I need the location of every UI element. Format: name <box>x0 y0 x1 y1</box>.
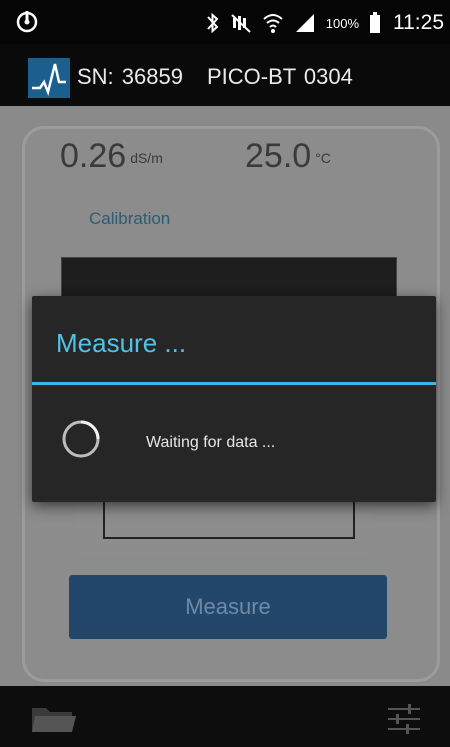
dialog-divider <box>32 382 436 385</box>
ec-value: 0.26 <box>60 137 127 175</box>
status-clock: 11:25 <box>393 11 444 34</box>
mute-icon <box>231 14 251 33</box>
dialog-title: Measure ... <box>56 328 187 358</box>
result-field <box>103 499 355 539</box>
signal-icon <box>295 14 314 32</box>
measure-button[interactable]: Measure <box>69 575 387 639</box>
battery-percent: 100% <box>325 15 359 31</box>
temperature-value: 25.0 <box>245 137 312 175</box>
ec-unit: dS/m <box>130 150 163 167</box>
wifi-icon <box>263 14 283 33</box>
sync-circle-icon <box>16 11 38 33</box>
serial-number: SN: 36859 <box>77 64 183 89</box>
action-bar: SN: 36859 PICO-BT 0304 <box>0 44 450 106</box>
pulse-logo-icon[interactable] <box>28 58 70 98</box>
device-name: PICO-BT 0304 <box>206 64 353 89</box>
action-title: SN: 36859 PICO-BT 0304 <box>77 64 353 90</box>
dialog-message: Waiting for data ... <box>146 434 276 451</box>
temperature-reading: 25.0 °C <box>245 137 331 176</box>
bluetooth-icon <box>207 12 219 34</box>
status-bar: 100% 11:25 <box>0 0 450 44</box>
battery-icon <box>370 12 380 33</box>
temperature-unit: °C <box>315 150 331 167</box>
loading-spinner-icon <box>62 420 100 458</box>
calibration-link[interactable]: Calibration <box>89 209 170 229</box>
ec-reading: 0.26 dS/m <box>60 137 163 176</box>
folder-icon[interactable] <box>32 706 76 734</box>
progress-dialog: Measure ... Waiting for data ... <box>32 296 436 502</box>
bottom-bar <box>0 686 450 747</box>
sliders-icon[interactable] <box>386 702 422 736</box>
